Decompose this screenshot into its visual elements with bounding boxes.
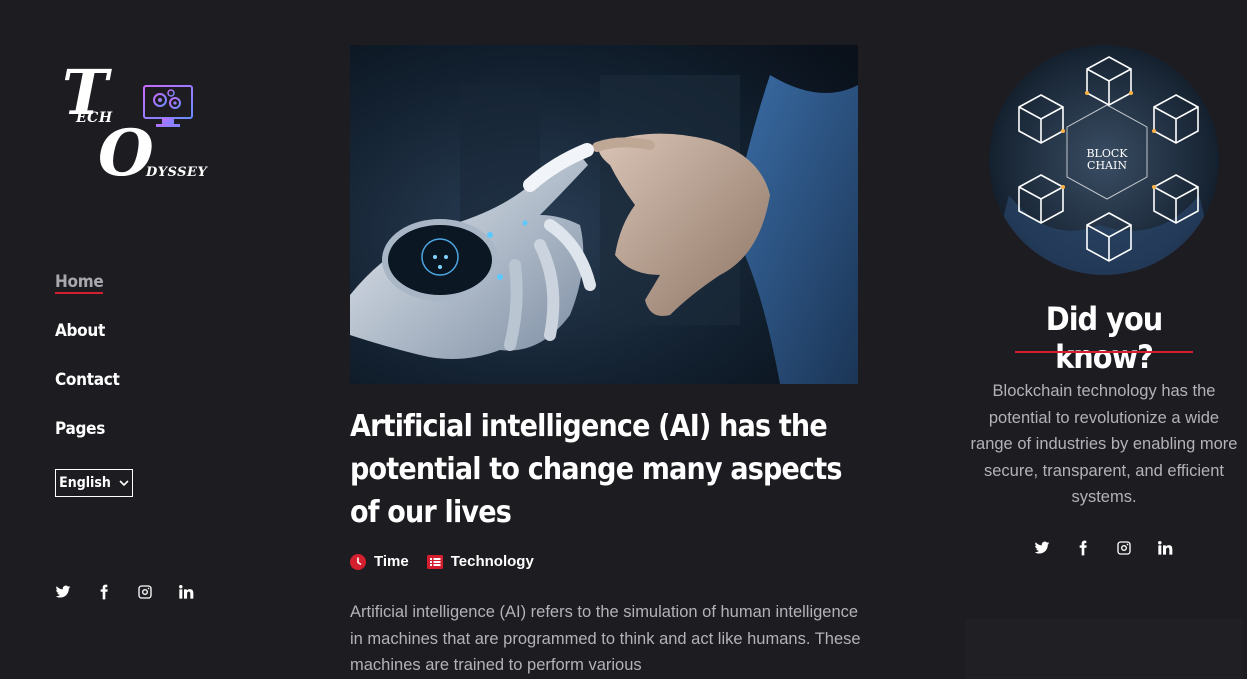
twitter-link-right[interactable] [1034,538,1075,558]
nav-pages-link[interactable]: Pages [55,415,120,464]
language-label: English [59,475,111,491]
nav-contact-label: Contact [55,370,120,390]
meta-category-label: Technology [450,553,534,570]
linkedin-link-right[interactable] [1157,538,1198,558]
twitter-icon [1034,541,1050,554]
nav-about-label: About [55,321,105,341]
nav-pages-label: Pages [55,419,105,439]
facebook-link[interactable] [96,582,137,602]
linkedin-link[interactable] [178,582,219,602]
instagram-icon [1117,541,1131,555]
sidebar-card [965,619,1243,679]
blockchain-image: BLOCK CHAIN [989,45,1219,275]
linkedin-icon [179,585,194,599]
monitor-gears-icon [143,85,193,127]
instagram-icon [138,585,152,599]
clock-icon [350,553,366,570]
list-icon [426,554,443,569]
social-links-right [1034,538,1198,558]
meta-time-label: Time [374,553,409,570]
facebook-link-right[interactable] [1075,538,1116,558]
nav-about-link[interactable]: About [55,317,120,366]
twitter-link[interactable] [55,582,96,602]
article-body: Artificial intelligence (AI) refers to t… [350,603,861,674]
twitter-icon [55,585,71,598]
image-caption-line2: CHAIN [1087,159,1127,172]
chevron-down-icon [119,480,129,487]
meta-time[interactable]: Time [350,553,409,570]
nav-home-label: Home [55,272,104,294]
site-logo[interactable]: T ECH O DYSSEY [60,56,207,192]
main-nav: Home About Contact Pages [55,268,120,464]
fact-text: Blockchain technology has the potential … [970,382,1238,506]
robot-human-hands-illustration [350,45,858,384]
article-title[interactable]: Artificial intelligence (AI) has the pot… [350,405,870,534]
instagram-link-right[interactable] [1116,538,1157,558]
logo-text-dyssey: DYSSEY [146,165,208,180]
social-links-left [55,582,219,602]
article-meta: Time Technology [350,553,534,570]
facebook-icon [100,584,108,600]
facebook-icon [1079,540,1087,556]
heading-underline [1015,351,1193,353]
language-select[interactable]: English [55,469,133,497]
nav-contact-link[interactable]: Contact [55,366,120,415]
blockchain-cubes-illustration: BLOCK CHAIN [989,45,1219,275]
article-hero-image[interactable] [350,45,858,384]
instagram-link[interactable] [137,582,178,602]
nav-home-link[interactable]: Home [55,268,120,317]
did-you-know-heading: Did you know? [1045,300,1163,376]
meta-category[interactable]: Technology [426,553,534,570]
linkedin-icon [1158,541,1173,555]
